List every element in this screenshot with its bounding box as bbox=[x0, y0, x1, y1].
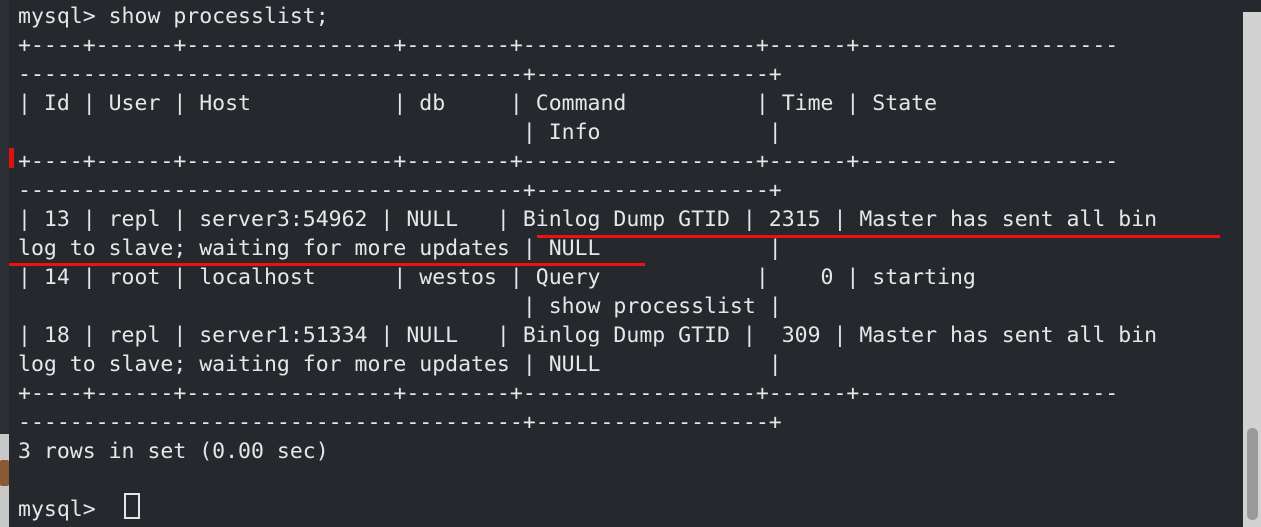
separator-line-mid-a: +----+------+----------------+--------+-… bbox=[18, 149, 1119, 174]
table-row-wrap: log to slave; waiting for more updates |… bbox=[18, 236, 782, 261]
result-status-line: 3 rows in set (0.00 sec) bbox=[18, 439, 329, 464]
table-row-wrap: | show processlist | bbox=[18, 294, 782, 319]
separator-line-top-b: ---------------------------------------+… bbox=[18, 62, 782, 87]
right-scrollbar-thumb[interactable] bbox=[1247, 428, 1258, 520]
annotation-underline-lower bbox=[9, 263, 645, 266]
table-header-row-a: | Id | User | Host | db | Command | Time… bbox=[18, 91, 938, 116]
command-line: mysql> show processlist; bbox=[18, 4, 329, 29]
separator-line-bot-b: ---------------------------------------+… bbox=[18, 410, 782, 435]
left-scrollbar-marker bbox=[0, 460, 9, 486]
right-scrollbar[interactable] bbox=[1243, 0, 1261, 527]
table-header-row-b: | Info | bbox=[18, 120, 782, 145]
separator-line-top-a: +----+------+----------------+--------+-… bbox=[18, 33, 1119, 58]
right-scrollbar-cap bbox=[1243, 0, 1261, 12]
table-row: | 14 | root | localhost | westos | Query… bbox=[18, 265, 976, 290]
separator-line-mid-b: ---------------------------------------+… bbox=[18, 178, 782, 203]
left-scrollbar-thumb[interactable] bbox=[0, 0, 9, 434]
separator-line-bot-a: +----+------+----------------+--------+-… bbox=[18, 381, 1119, 406]
table-row: | 13 | repl | server3:54962 | NULL | Bin… bbox=[18, 207, 1158, 232]
table-row-wrap: log to slave; waiting for more updates |… bbox=[18, 352, 782, 377]
left-scrollbar[interactable] bbox=[0, 0, 9, 527]
table-row: | 18 | repl | server1:51334 | NULL | Bin… bbox=[18, 323, 1158, 348]
annotation-left-tick bbox=[9, 148, 14, 168]
terminal-window: +----+------+----------------+--------+-… bbox=[0, 0, 1261, 527]
terminal-cursor bbox=[124, 493, 140, 519]
annotation-underline-upper bbox=[537, 235, 1220, 238]
prompt-line: mysql> bbox=[18, 497, 109, 522]
